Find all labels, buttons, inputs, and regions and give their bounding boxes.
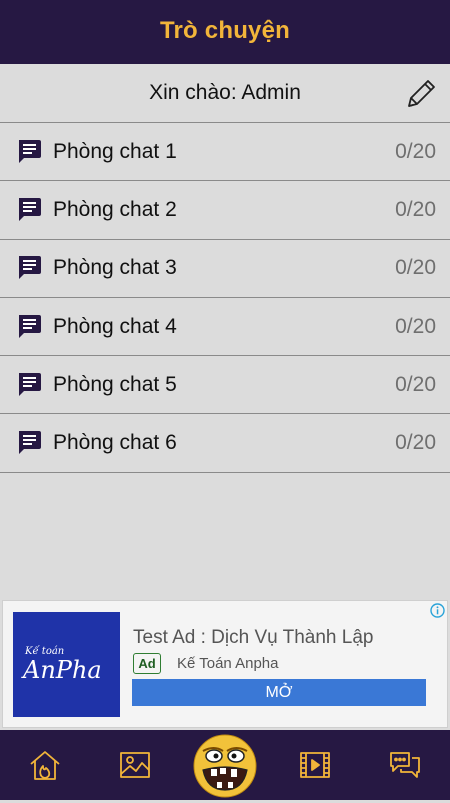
room-count: 0/20 [395,197,436,221]
room-count: 0/20 [395,372,436,396]
ad-open-button[interactable]: MỞ [132,679,426,706]
greeting-bar: Xin chào: Admin [0,64,450,123]
chat-message-icon [16,138,42,164]
room-name: Phòng chat 1 [53,139,177,163]
page-title: Trò chuyện [159,17,291,44]
chat-message-icon [16,313,42,339]
chat-room-item[interactable]: Phòng chat 5 0/20 [0,356,450,415]
room-count: 0/20 [395,256,436,280]
chat-room-item[interactable]: Phòng chat 4 0/20 [0,298,450,357]
room-name: Phòng chat 2 [53,197,177,221]
image-icon[interactable] [118,748,152,782]
chat-room-item[interactable]: Phòng chat 6 0/20 [0,414,450,473]
home-icon[interactable] [28,748,62,782]
room-count: 0/20 [395,431,436,455]
room-count: 0/20 [395,139,436,163]
emoji-face-icon[interactable] [193,734,257,798]
ad-image[interactable]: Kế toán AnPha [13,612,120,717]
ad-advertiser: Kế Toán Anpha [177,655,279,672]
ad-title[interactable]: Test Ad : Dịch Vụ Thành Lập [133,627,373,649]
chat-room-item[interactable]: Phòng chat 2 0/20 [0,181,450,240]
chat-message-icon [16,429,42,455]
chat-message-icon [16,196,42,222]
ad-image-text-large: AnPha [21,656,102,684]
ad-banner[interactable]: Kế toán AnPha Test Ad : Dịch Vụ Thành Lậ… [2,600,448,728]
chat-message-icon [16,371,42,397]
room-name: Phòng chat 4 [53,314,177,338]
chat-room-item[interactable]: Phòng chat 3 0/20 [0,240,450,298]
room-name: Phòng chat 3 [53,256,177,280]
chat-message-icon [16,254,42,280]
room-count: 0/20 [395,314,436,338]
film-icon[interactable] [298,748,332,782]
chat-room-list: Phòng chat 1 0/20 Phòng chat 2 0/20 Phòn… [0,123,450,473]
room-name: Phòng chat 5 [53,372,177,396]
bottom-tab-bar [0,730,450,800]
room-name: Phòng chat 6 [53,431,177,455]
info-icon[interactable] [430,603,445,618]
chat-room-item[interactable]: Phòng chat 1 0/20 [0,123,450,182]
greeting-text: Xin chào: Admin [149,81,301,104]
chat-bubbles-icon[interactable] [388,748,422,782]
app-header: Trò chuyện [0,0,450,64]
pencil-icon[interactable] [404,77,438,111]
ad-badge: Ad [133,653,161,674]
